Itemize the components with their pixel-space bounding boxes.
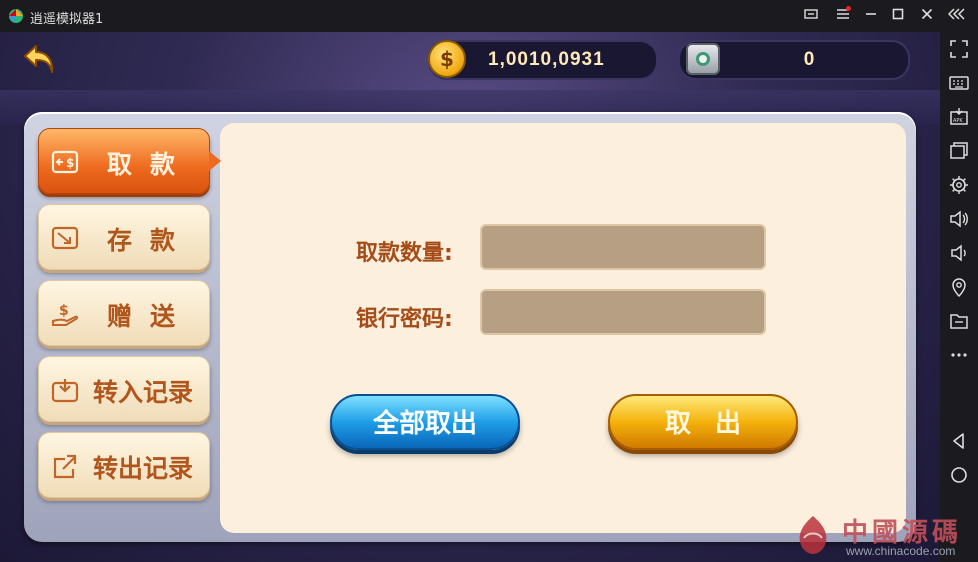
withdraw-form-panel: 取款数量: 银行密码: 全部取出 取出	[220, 123, 906, 533]
withdraw-button[interactable]: 取出	[608, 394, 798, 450]
emulator-toolbar: APK	[940, 32, 978, 562]
volume-up-button[interactable]	[948, 208, 970, 230]
maximize-icon	[892, 8, 904, 20]
fullscreen-icon	[950, 40, 968, 58]
minimize-icon	[866, 13, 876, 15]
transfer-in-icon	[51, 379, 79, 403]
more-icon	[951, 353, 967, 357]
apk-install-button[interactable]: APK	[948, 106, 970, 128]
gift-money-icon: $	[52, 303, 79, 326]
emulator-titlebar: 逍遥模拟器1	[0, 0, 978, 32]
folder-icon	[950, 314, 968, 329]
bank-amount: 0	[803, 49, 815, 70]
settings-button[interactable]	[948, 174, 970, 196]
volume-up-icon	[950, 210, 968, 228]
keyboard-button[interactable]	[948, 72, 970, 94]
tab-transfer-in-label: 转入记录	[92, 378, 193, 407]
tab-withdraw-label: 取款	[106, 150, 193, 179]
tab-withdraw[interactable]: $ 取款	[38, 128, 221, 194]
maximize-button[interactable]	[887, 6, 909, 26]
gold-coin-icon: $	[428, 40, 466, 78]
multi-window-button[interactable]	[948, 140, 970, 162]
tab-deposit[interactable]: 存款	[38, 204, 210, 270]
collapse-toolbar-button[interactable]	[946, 6, 968, 26]
window-title: 逍遥模拟器1	[30, 12, 104, 27]
tab-deposit-label: 存款	[106, 226, 193, 255]
watermark-logo-icon	[799, 516, 827, 554]
android-home-button[interactable]	[948, 464, 970, 486]
folder-button[interactable]	[948, 310, 970, 332]
location-button[interactable]	[948, 276, 970, 298]
tab-transfer-in-records[interactable]: 转入记录	[38, 356, 210, 422]
volume-down-icon	[951, 244, 966, 262]
tab-gift[interactable]: $ 赠送	[38, 280, 210, 346]
settings-icon	[950, 176, 968, 194]
withdraw-all-button[interactable]: 全部取出	[330, 394, 520, 450]
tab-transfer-out-label: 转出记录	[92, 454, 193, 483]
gold-balance: $ 1,0010,0931	[428, 40, 658, 80]
back-button[interactable]	[20, 40, 60, 80]
more-button[interactable]	[948, 344, 970, 366]
svg-text:$: $	[59, 303, 69, 319]
game-screen: $ 1,0010,0931 0 取款数量: 银行密码: 全部取出 取出 $ 取款…	[0, 32, 940, 562]
app-logo-icon	[9, 9, 23, 23]
screenshot-button[interactable]	[800, 6, 822, 26]
minimize-button[interactable]	[860, 6, 882, 26]
password-input[interactable]	[480, 289, 766, 335]
multi-window-icon	[950, 142, 968, 159]
notification-dot	[846, 6, 851, 11]
android-back-button[interactable]	[948, 430, 970, 452]
volume-down-button[interactable]	[948, 242, 970, 264]
watermark: 中國源碼 www.chinacode.com	[790, 508, 970, 560]
menu-button[interactable]	[832, 6, 854, 26]
location-icon	[952, 278, 966, 298]
screen-capture-icon	[804, 9, 818, 19]
transfer-out-icon	[53, 454, 77, 479]
svg-text:APK: APK	[953, 118, 963, 124]
watermark-url: www.chinacode.com	[846, 544, 956, 558]
withdraw-icon: $	[51, 150, 79, 174]
amount-label: 取款数量:	[356, 241, 453, 266]
back-arrow-icon	[24, 45, 54, 73]
svg-text:$: $	[66, 156, 74, 170]
password-label: 银行密码:	[356, 307, 453, 332]
close-button[interactable]	[916, 6, 938, 26]
double-chevron-left-icon	[947, 8, 965, 20]
gold-amount: 1,0010,0931	[488, 49, 605, 70]
tab-transfer-out-records[interactable]: 转出记录	[38, 432, 210, 498]
tab-gift-label: 赠送	[106, 302, 193, 331]
keyboard-icon	[949, 76, 969, 90]
back-nav-icon	[953, 433, 964, 449]
apk-install-icon: APK	[950, 108, 968, 125]
amount-input[interactable]	[480, 224, 766, 270]
home-nav-icon	[951, 467, 967, 483]
deposit-icon	[51, 226, 79, 250]
fullscreen-button[interactable]	[948, 38, 970, 60]
close-icon	[921, 8, 933, 20]
bank-balance: 0	[678, 40, 910, 80]
